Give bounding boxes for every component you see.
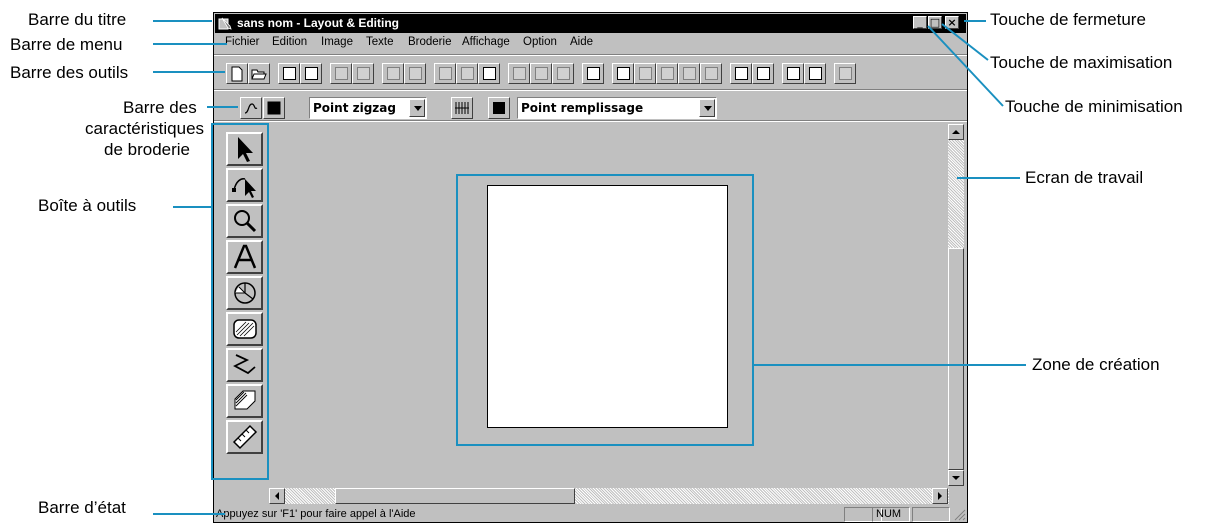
toolbox-highlight bbox=[211, 123, 269, 480]
design-area-highlight bbox=[456, 174, 754, 446]
leader-maximize-button bbox=[941, 23, 989, 61]
leader-minimize-button bbox=[927, 25, 1004, 107]
annotation-lines bbox=[153, 20, 1026, 515]
